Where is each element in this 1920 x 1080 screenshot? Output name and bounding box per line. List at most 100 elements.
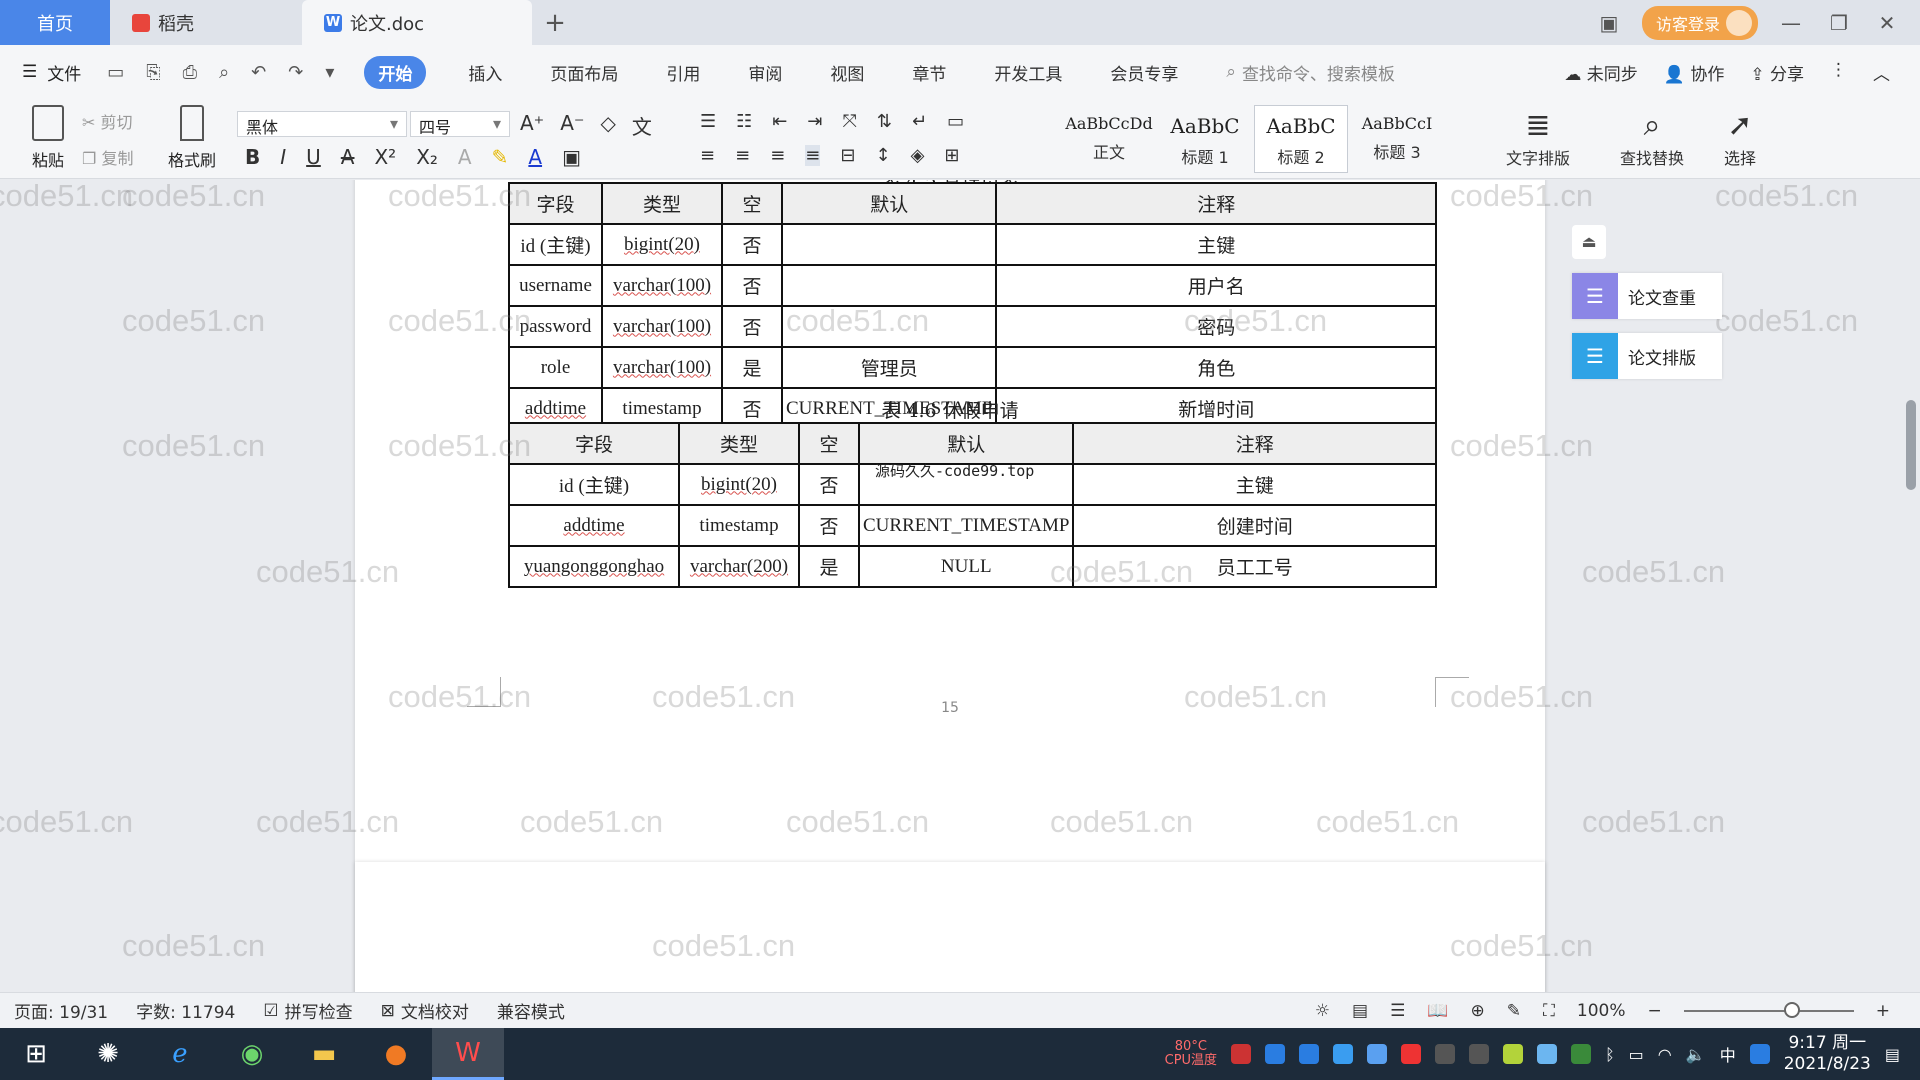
shield-icon[interactable] xyxy=(1367,1044,1388,1064)
visitor-login-button[interactable]: 访客登录 xyxy=(1641,5,1758,40)
find-replace-button[interactable]: ⌕ 查找替换 xyxy=(1612,107,1692,169)
ime-indicator[interactable]: 中 xyxy=(1720,1042,1736,1066)
outline-view-icon[interactable]: ☰ xyxy=(1390,1001,1405,1021)
zoom-slider[interactable] xyxy=(1683,1001,1854,1018)
style-heading-3[interactable]: AaBbCcI 标题 3 xyxy=(1350,105,1444,173)
italic-icon[interactable]: I xyxy=(280,145,286,169)
menu-chapter[interactable]: 章节 xyxy=(912,60,946,85)
qq-icon[interactable] xyxy=(1469,1044,1490,1064)
align-center-icon[interactable]: ≡ xyxy=(735,145,750,166)
page-indicator[interactable]: 页面: 19/31 xyxy=(14,998,108,1023)
tab-document[interactable]: W 论文.doc xyxy=(302,0,532,45)
ruler-icon[interactable]: ▭ xyxy=(947,111,964,132)
proofread-button[interactable]: ⊠ 文档校对 xyxy=(381,998,469,1024)
collapse-ribbon-icon[interactable]: ︿ xyxy=(1873,60,1890,85)
chinese-layout-icon[interactable]: ⤧ xyxy=(842,111,856,132)
minimize-icon[interactable]: — xyxy=(1776,11,1806,35)
menu-page-layout[interactable]: 页面布局 xyxy=(550,60,618,85)
print-icon[interactable]: ⎙ xyxy=(183,62,197,83)
shading-icon[interactable]: ◈ xyxy=(911,145,925,166)
tray-app-icon[interactable] xyxy=(1401,1044,1422,1064)
align-left-icon[interactable]: ≡ xyxy=(700,145,715,166)
sync-button[interactable]: ☁ 未同步 xyxy=(1564,60,1637,85)
save-icon[interactable]: ▭ xyxy=(107,62,124,83)
ie-browser-icon[interactable]: ℯ xyxy=(144,1028,216,1080)
file-menu[interactable]: ☰ 文件 xyxy=(22,60,81,85)
text-effect-icon[interactable]: A xyxy=(458,145,472,169)
file-explorer-icon[interactable]: ▬ xyxy=(288,1028,360,1080)
tray-app-icon[interactable] xyxy=(1231,1044,1252,1064)
notification-icon[interactable]: ▤ xyxy=(1885,1045,1900,1064)
more-icon[interactable]: ⋮ xyxy=(1830,60,1847,85)
phonetic-icon[interactable]: 文 xyxy=(632,111,652,140)
zoom-in-icon[interactable]: + xyxy=(1876,1001,1890,1021)
copy-button[interactable]: ❐ 复制 xyxy=(82,141,133,177)
page-view-icon[interactable]: ▤ xyxy=(1352,1001,1368,1021)
word-count[interactable]: 字数: 11794 xyxy=(136,998,235,1023)
border-icon[interactable]: ⊞ xyxy=(944,145,959,166)
orange-app-icon[interactable]: ● xyxy=(360,1028,432,1080)
menu-view[interactable]: 视图 xyxy=(830,60,864,85)
tray-app-icon[interactable] xyxy=(1299,1044,1320,1064)
numbered-list-icon[interactable]: ☷ xyxy=(736,111,752,132)
paste-button[interactable]: 粘贴 xyxy=(18,105,78,171)
new-tab-button[interactable]: + xyxy=(532,0,578,45)
nvidia-icon[interactable] xyxy=(1571,1044,1592,1064)
collapse-panel-icon[interactable]: ⏏ xyxy=(1572,225,1606,259)
paper-check-button[interactable]: ☰ 论文查重 xyxy=(1572,273,1722,319)
menu-references[interactable]: 引用 xyxy=(666,60,700,85)
bold-icon[interactable]: B xyxy=(245,145,260,169)
font-size-select[interactable]: 四号 ▾ xyxy=(410,111,510,137)
menu-start[interactable]: 开始 xyxy=(364,55,427,89)
window-layout-icon[interactable]: ▣ xyxy=(1594,11,1624,35)
style-normal[interactable]: AaBbCcDd 正文 xyxy=(1062,105,1156,173)
battery-icon[interactable]: ▭ xyxy=(1629,1045,1644,1064)
bluetooth-icon[interactable]: ᛒ xyxy=(1605,1045,1615,1064)
text-layout-button[interactable]: ≣ 文字排版 xyxy=(1498,107,1578,169)
cpu-temp[interactable]: 80°C CPU温度 xyxy=(1165,1040,1217,1068)
menu-review[interactable]: 审阅 xyxy=(748,60,782,85)
vertical-scrollbar[interactable] xyxy=(1906,200,1916,960)
sort-icon[interactable]: ⇅ xyxy=(877,111,892,132)
format-painter-button[interactable]: 格式刷 xyxy=(162,105,222,171)
bullet-list-icon[interactable]: ☰ xyxy=(700,111,716,132)
web-view-icon[interactable]: ⊕ xyxy=(1470,1001,1484,1021)
close-icon[interactable]: ✕ xyxy=(1872,11,1902,35)
menu-insert[interactable]: 插入 xyxy=(468,60,502,85)
spell-check-button[interactable]: ☑ 拼写检查 xyxy=(263,998,352,1024)
windows-start-icon[interactable]: ⊞ xyxy=(0,1028,72,1080)
increase-indent-icon[interactable]: ⇥ xyxy=(807,111,822,132)
strikethrough-icon[interactable]: A xyxy=(341,145,355,169)
style-heading-1[interactable]: AaBbC 标题 1 xyxy=(1158,105,1252,173)
paper-layout-button[interactable]: ☰ 论文排版 xyxy=(1572,333,1722,379)
underline-icon[interactable]: U xyxy=(306,145,321,169)
tray-app-icon[interactable] xyxy=(1537,1044,1558,1064)
customize-chevron-icon[interactable]: ▾ xyxy=(325,62,334,83)
align-right-icon[interactable]: ≡ xyxy=(770,145,785,166)
redo-icon[interactable]: ↷ xyxy=(288,62,303,83)
distribute-icon[interactable]: ⊟ xyxy=(840,145,855,166)
wps-writer-icon[interactable]: W xyxy=(432,1028,504,1080)
menu-developer[interactable]: 开发工具 xyxy=(994,60,1062,85)
font-name-select[interactable]: 黑体 ▾ xyxy=(237,111,407,137)
tray-app-icon[interactable] xyxy=(1333,1044,1354,1064)
menu-member[interactable]: 会员专享 xyxy=(1110,60,1178,85)
justify-icon[interactable]: ≡ xyxy=(805,145,821,166)
line-spacing-icon[interactable]: ↕ xyxy=(875,145,890,166)
write-mode-icon[interactable]: ✎ xyxy=(1507,1001,1521,1021)
grow-font-icon[interactable]: A⁺ xyxy=(520,111,544,140)
clock[interactable]: 9:17 周一 2021/8/23 xyxy=(1784,1033,1871,1075)
read-view-icon[interactable]: 📖 xyxy=(1427,1001,1448,1021)
style-heading-2[interactable]: AaBbC 标题 2 xyxy=(1254,105,1348,173)
tray-app-icon[interactable] xyxy=(1265,1044,1286,1064)
export-icon[interactable]: ⎘ xyxy=(146,62,160,83)
print-preview-icon[interactable]: ⌕ xyxy=(219,62,229,83)
browser-360-icon[interactable]: ◉ xyxy=(216,1028,288,1080)
clear-format-icon[interactable]: ◇ xyxy=(601,111,616,140)
superscript-icon[interactable]: X² xyxy=(374,145,396,169)
restore-icon[interactable]: ❐ xyxy=(1824,11,1854,35)
table-4-5[interactable]: 字段 类型 空 默认 注释 id (主键) bigint(20) 否 主键 us… xyxy=(508,182,1437,430)
table-4-6[interactable]: 字段 类型 空 默认 注释 id (主键) bigint(20) 否 主键 ad… xyxy=(508,422,1437,588)
tab-daoke[interactable]: 稻壳 xyxy=(110,0,302,45)
eye-protection-icon[interactable]: ☼ xyxy=(1315,1001,1330,1021)
